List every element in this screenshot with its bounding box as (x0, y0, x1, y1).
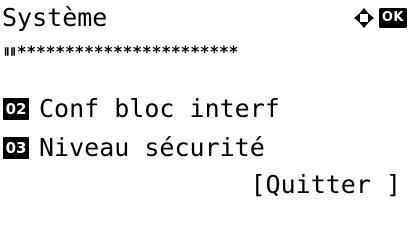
nav-indicator: OK (353, 6, 407, 30)
menu-item-number: 02 (3, 98, 29, 120)
mask-asterisks: *********************** (16, 42, 239, 61)
up-down-left-right-arrows-icon (353, 7, 375, 29)
mask-prefix: ⅡⅡ (4, 45, 17, 59)
exit-button[interactable]: [Quitter ] (250, 170, 401, 200)
menu-item-number: 03 (3, 137, 29, 159)
password-mask: ⅡⅡ*********************** (4, 42, 238, 63)
menu-item-label: Conf bloc interf (39, 94, 280, 123)
screen-title: Système (2, 3, 108, 32)
menu-item-label: Niveau sécurité (39, 133, 265, 162)
lcd-panel: Système OK ⅡⅡ*********************** 02 … (0, 0, 415, 210)
ok-key-icon: OK (378, 8, 407, 28)
menu-item-conf-bloc-interf[interactable]: 02 Conf bloc interf (0, 92, 280, 126)
menu-item-niveau-securite[interactable]: 03 Niveau sécurité (0, 131, 265, 165)
